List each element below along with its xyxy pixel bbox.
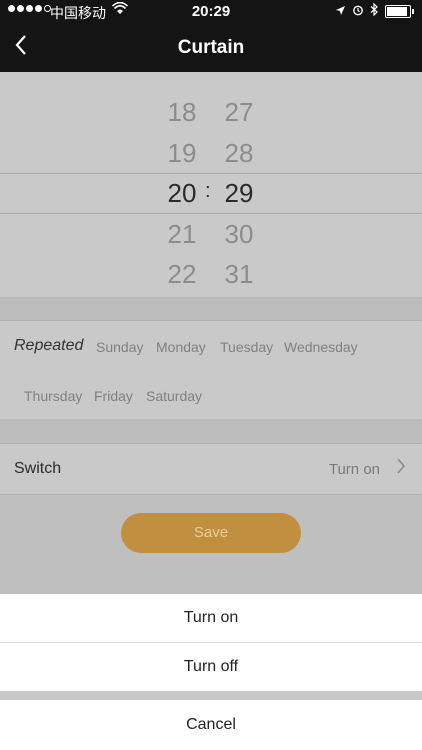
hour-selected[interactable]: 20 [157,178,207,209]
picker-selection-bottom-line [0,213,422,214]
navigation-bar: Curtain [0,24,422,72]
location-icon [335,4,346,19]
bluetooth-icon [370,2,379,19]
day-monday[interactable]: Monday [156,339,206,355]
chevron-right-icon [396,457,406,481]
switch-value: Turn on [328,461,380,478]
minute-selected[interactable]: 29 [214,178,264,209]
hour-option[interactable]: 21 [157,219,207,250]
alarm-icon [352,4,364,19]
switch-row[interactable]: Switch Turn on [0,443,422,495]
minute-option[interactable]: 31 [214,259,264,290]
time-separator: : [205,180,211,202]
picker-selection-top-line [0,173,422,174]
minute-option[interactable]: 28 [214,138,264,169]
dimmed-content: 18 19 20 21 22 : 27 28 29 30 31 Repeated… [0,72,422,594]
minute-option[interactable]: 30 [214,219,264,250]
day-friday[interactable]: Friday [94,388,133,404]
hour-option[interactable]: 22 [157,259,207,290]
day-wednesday[interactable]: Wednesday [284,339,358,355]
day-saturday[interactable]: Saturday [146,388,202,404]
time-picker[interactable]: 18 19 20 21 22 : 27 28 29 30 31 [0,72,422,298]
turn-on-option[interactable]: Turn on [0,594,422,642]
day-tuesday[interactable]: Tuesday [220,339,273,355]
save-button[interactable]: Save [121,513,301,553]
day-thursday[interactable]: Thursday [24,388,82,404]
repeat-label: Repeated [14,337,84,354]
cancel-button[interactable]: Cancel [0,700,422,750]
battery-icon [385,4,411,18]
hour-option[interactable]: 18 [157,97,207,128]
action-sheet: Turn on Turn off Cancel [0,594,422,750]
turn-off-option[interactable]: Turn off [0,643,422,691]
top-bar: 中国移动 20:29 Curtain [0,0,422,72]
minute-option[interactable]: 27 [214,97,264,128]
switch-label: Switch [14,460,62,477]
repeat-section: Repeated Sunday Monday Tuesday Wednesday… [0,320,422,421]
hour-option[interactable]: 19 [157,138,207,169]
status-bar: 中国移动 20:29 [0,0,422,24]
page-title: Curtain [177,37,245,58]
day-sunday[interactable]: Sunday [96,339,143,355]
